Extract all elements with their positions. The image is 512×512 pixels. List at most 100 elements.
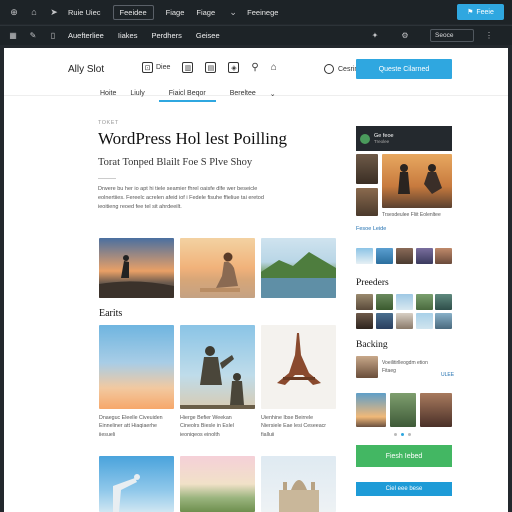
sidebar-section-title: Preeders [356,278,389,288]
nav-item-home[interactable]: ⊡ Diee [142,62,170,73]
publish-button[interactable]: ⚑ Feeie [457,4,504,20]
photo-sunset[interactable] [356,393,386,427]
article: TOKET WordPress Hol lest Poilling Torat … [98,120,340,211]
sidebar-section-title: Backing [356,340,388,350]
more-icon[interactable]: ⋮ [484,31,494,41]
photo-dancers[interactable] [382,154,452,208]
adminbar-item[interactable]: Fiage [196,8,215,17]
nav-item-media[interactable]: ◈ [228,62,240,73]
nav-item-home2[interactable]: ⌂ [271,62,277,73]
thumbnail[interactable] [435,313,452,329]
site-logo[interactable]: Ally Slot [68,64,104,75]
subnav-item[interactable]: Liuly [130,90,144,102]
admin-bar: ⊕ ⌂ ➤ Ruie Uiec Feeidee Fiage Fiage ⌄ Fe… [0,0,512,24]
sidebar-text: Trsesdeulee Fliit Eolenltee [382,212,441,218]
nav-item-stats[interactable]: ▤ [205,62,217,73]
adminbar-item[interactable]: Feeinege [247,8,278,17]
publish-label: Feeie [476,8,494,16]
thumbnail[interactable] [376,313,393,329]
blue-banner[interactable]: Ciel eee bese [356,482,452,496]
article-body: Drwere bu her io apt hi tiele seamier fh… [98,186,264,210]
thumbnail[interactable] [416,294,433,310]
photo-cathedral[interactable] [261,456,336,512]
photo-mountains-dawn[interactable] [180,456,255,512]
sidebar-item-link[interactable]: ULEE [441,372,454,378]
toolbar-item[interactable]: Geisee [196,31,220,40]
thumbnail[interactable] [435,248,452,264]
adminbar-item[interactable]: Feeidee [112,4,154,20]
caption: Uienhine Ibse Beirrele Niersiele Eae les… [261,415,327,438]
thumbnail[interactable] [416,248,433,264]
silhouette-figure-icon [99,255,174,298]
circle-icon [324,64,334,74]
sidebar-link[interactable]: Fesoe Leide [356,226,386,232]
thumbnail[interactable] [356,248,373,264]
toolbar-item[interactable]: Perdhers [151,31,181,40]
home-icon: ⊡ [142,62,153,73]
photo-sky-gradient[interactable] [99,325,174,409]
avatar [360,133,370,144]
nav-item-posts[interactable]: ▥ [182,62,194,73]
photo-mountain-lake[interactable] [261,238,336,298]
photo-statue-sky[interactable] [99,456,174,512]
view-select[interactable]: Seoce [430,29,474,42]
chart-icon: ▥ [182,62,194,73]
thumbnail[interactable] [356,313,373,329]
table-icon: ▤ [205,62,217,73]
gear-icon[interactable]: ⚙ [400,31,410,41]
thumbnail[interactable] [356,294,373,310]
photo-eiffel-tower[interactable] [261,325,336,409]
dot[interactable] [408,433,411,436]
photo-beach-sunset[interactable] [99,238,174,298]
dot-active[interactable] [401,433,404,436]
subnav-item-active[interactable]: Fiaicl Beqor [158,90,216,102]
editor-toolbar: ▦ ✎ ▯ Auefterliee Iiakes Perdhers Geisee… [0,25,512,45]
thumbnail[interactable] [376,248,393,264]
photo-artwork[interactable] [390,393,416,427]
thumbnail[interactable] [416,313,433,329]
grid-icon[interactable]: ▦ [8,31,18,41]
cta-button[interactable]: Queste Cilarned [356,59,452,79]
pencil-icon[interactable]: ✎ [28,31,38,41]
divider [98,178,116,179]
photo-woman-sitting[interactable] [180,238,255,298]
wordpress-logo-icon[interactable]: ⊕ [8,6,20,18]
author-widget[interactable]: Ge feoe Treolee [356,126,452,151]
subnav-item[interactable]: Hoite [100,90,116,102]
article-subtitle: Torat Tonped Blailt Foe S Plve Shoy [98,157,253,168]
dot[interactable] [394,433,397,436]
subnav-item[interactable]: Bereltee [230,90,256,102]
green-action-button[interactable]: Fiesh Iebed [356,445,452,467]
photo-portrait-small[interactable] [356,154,378,184]
photo-portrait[interactable] [420,393,452,427]
carousel-dots[interactable] [394,433,411,436]
author-subtitle: Treolee [374,139,390,144]
house-icon: ⌂ [270,62,277,73]
home-icon[interactable]: ⌂ [28,6,40,18]
thumbnail[interactable] [376,294,393,310]
toolbar-item[interactable]: Auefterliee [68,31,104,40]
thumbnail[interactable] [435,294,452,310]
nav-item-search[interactable]: ⚲ [251,62,258,73]
arrow-icon[interactable]: ➤ [48,6,60,18]
tower-icon [277,333,321,385]
article-title: WordPress Hol lest Poilling [98,129,287,148]
photo-statue[interactable] [180,325,255,409]
document-icon[interactable]: ▯ [48,31,58,41]
sidebar-item-text: Voeilitirlleogdm etion Fitaeg [382,360,428,374]
bell-icon[interactable]: ✦ [370,31,380,41]
photo-thumb[interactable] [356,356,378,378]
caption: Dnaeguc Eleelle Civeuiden Einneliner att… [99,415,163,438]
photo-portrait-small[interactable] [356,188,378,216]
figure-icon [113,474,140,512]
statue-icon [180,346,255,409]
article-eyebrow: TOKET [98,120,119,126]
adminbar-item[interactable]: Ruie Uiec [68,8,101,17]
thumbnail[interactable] [396,248,413,264]
chevron-down-icon: ⌄ [229,6,237,17]
thumbnail[interactable] [396,294,413,310]
adminbar-item[interactable]: Fiage [166,8,185,17]
thumbnail[interactable] [396,313,413,329]
toolbar-item[interactable]: Iiakes [118,31,138,40]
person-sitting-icon [200,252,240,292]
